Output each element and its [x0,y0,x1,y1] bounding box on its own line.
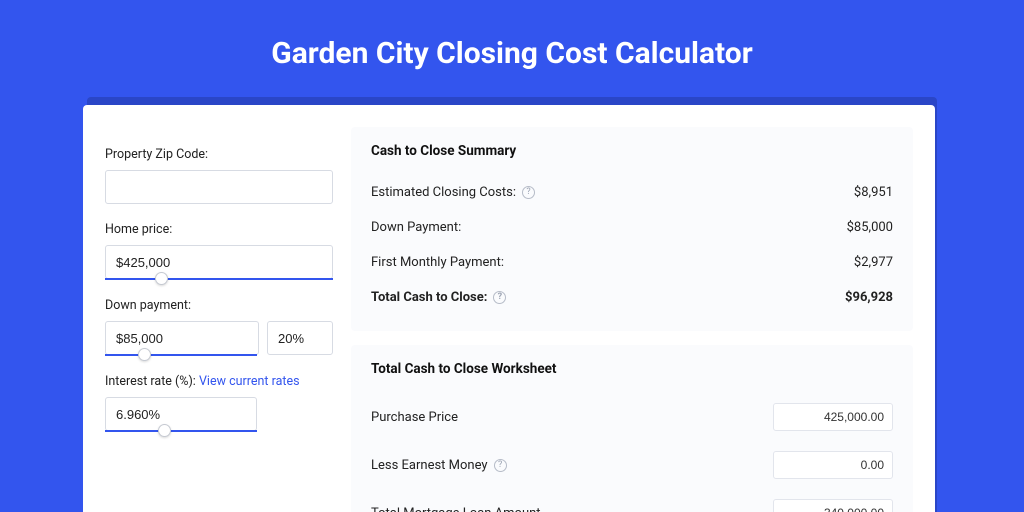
worksheet-title: Total Cash to Close Worksheet [371,361,893,377]
summary-row-total: Total Cash to Close: ? $96,928 [371,280,893,315]
view-rates-link[interactable]: View current rates [199,374,300,389]
worksheet-row-mortgage: Total Mortgage Loan Amount [371,489,893,512]
down-payment-amount-input[interactable] [105,321,259,355]
worksheet-label-earnest: Less Earnest Money [371,458,488,473]
interest-input[interactable] [105,397,257,431]
calculator-card: Property Zip Code: Home price: Down paym… [83,105,935,512]
summary-title: Cash to Close Summary [371,143,893,159]
summary-row-down-payment: Down Payment: $85,000 [371,210,893,245]
home-price-label: Home price: [105,222,333,237]
down-payment-label: Down payment: [105,298,333,313]
help-icon[interactable]: ? [494,459,507,472]
down-payment-slider[interactable] [105,354,257,356]
home-price-input[interactable] [105,245,333,279]
home-price-group: Home price: [105,222,333,280]
worksheet-label-purchase: Purchase Price [371,410,458,425]
home-price-slider-thumb[interactable] [155,272,168,285]
results-column: Cash to Close Summary Estimated Closing … [351,127,913,512]
zip-label: Property Zip Code: [105,147,333,162]
down-payment-slider-thumb[interactable] [138,348,151,361]
help-icon[interactable]: ? [522,186,535,199]
zip-input[interactable] [105,170,333,204]
page-title: Garden City Closing Cost Calculator [271,36,752,71]
worksheet-input-mortgage[interactable] [773,499,893,512]
zip-group: Property Zip Code: [105,147,333,204]
summary-label-down-payment: Down Payment: [371,220,461,235]
help-icon[interactable]: ? [493,291,506,304]
home-price-slider[interactable] [105,278,333,280]
summary-label-total: Total Cash to Close: [371,290,487,305]
summary-panel: Cash to Close Summary Estimated Closing … [351,127,913,331]
summary-value-first-payment: $2,977 [854,255,893,270]
interest-group: Interest rate (%): View current rates [105,374,333,432]
summary-value-down-payment: $85,000 [847,220,893,235]
interest-label-row: Interest rate (%): View current rates [105,374,333,389]
interest-label: Interest rate (%): [105,374,196,389]
summary-value-total: $96,928 [845,290,893,305]
summary-row-first-payment: First Monthly Payment: $2,977 [371,245,893,280]
worksheet-panel: Total Cash to Close Worksheet Purchase P… [351,345,913,512]
worksheet-input-earnest[interactable] [773,451,893,479]
summary-label-first-payment: First Monthly Payment: [371,255,504,270]
worksheet-label-mortgage: Total Mortgage Loan Amount [371,506,541,512]
summary-label-closing-costs: Estimated Closing Costs: [371,185,516,200]
down-payment-group: Down payment: [105,298,333,356]
worksheet-input-purchase[interactable] [773,403,893,431]
interest-slider-thumb[interactable] [158,424,171,437]
worksheet-row-purchase: Purchase Price [371,393,893,441]
down-payment-pct-input[interactable] [267,321,333,355]
inputs-column: Property Zip Code: Home price: Down paym… [105,127,333,512]
summary-value-closing-costs: $8,951 [854,185,893,200]
card-shadow: Property Zip Code: Home price: Down paym… [87,97,937,512]
summary-row-closing-costs: Estimated Closing Costs: ? $8,951 [371,175,893,210]
worksheet-row-earnest: Less Earnest Money ? [371,441,893,489]
interest-slider[interactable] [105,430,257,432]
